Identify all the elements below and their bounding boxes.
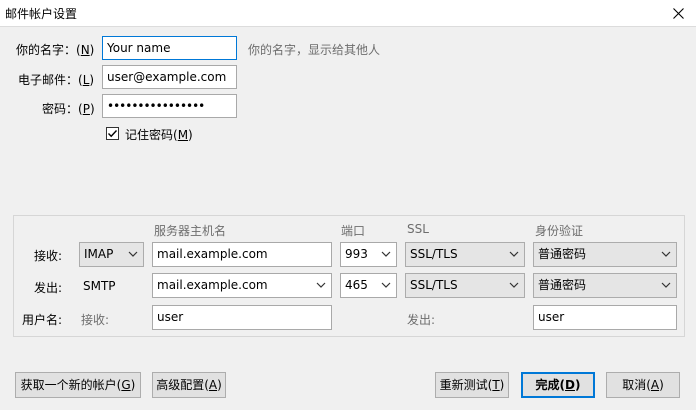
incoming-label: 接收: [34,249,63,263]
chevron-down-icon [661,251,671,257]
cancel-button[interactable]: 取消(A) [606,372,680,398]
checkmark-icon [108,130,118,138]
username-outgoing-label: 发出: [407,313,436,327]
name-input[interactable]: Your name [102,36,237,60]
username-label: 用户名: [22,313,63,327]
outgoing-username-input[interactable]: user [533,305,677,330]
title-bar: 邮件帐户设置 [0,0,696,27]
incoming-port-select[interactable]: 993 [340,242,397,267]
chevron-down-icon [509,251,519,257]
incoming-protocol-select[interactable]: IMAP [79,242,144,267]
outgoing-label: 发出: [34,281,63,295]
outgoing-host-select[interactable]: mail.example.com [152,273,332,298]
password-input[interactable]: •••••••••••••••• [102,94,237,118]
retest-button[interactable]: 重新测试(T) [435,372,509,398]
outgoing-auth-select[interactable]: 普通密码 [533,273,677,298]
column-header-host: 服务器主机名 [154,224,227,238]
incoming-username-input[interactable]: user [152,305,332,330]
incoming-auth-select[interactable]: 普通密码 [533,242,677,267]
chevron-down-icon [661,282,671,288]
chevron-down-icon [128,251,138,257]
column-header-port: 端口 [341,224,366,238]
done-button[interactable]: 完成(D) [521,372,595,398]
outgoing-protocol: SMTP [83,279,116,293]
outgoing-ssl-select[interactable]: SSL/TLS [405,273,525,298]
password-label: 密码：(P) [42,102,95,116]
name-hint: 你的名字，显示给其他人 [248,43,381,57]
remember-password-label[interactable]: 记住密码(M) [125,126,193,143]
chevron-down-icon [316,282,326,288]
close-icon [672,7,684,19]
incoming-ssl-select[interactable]: SSL/TLS [405,242,525,267]
column-header-auth: 身份验证 [535,224,584,238]
window-title: 邮件帐户设置 [5,7,78,21]
email-input[interactable]: user@example.com [102,65,237,89]
chevron-down-icon [381,282,391,288]
close-button[interactable] [660,0,696,26]
incoming-host-input[interactable]: mail.example.com [152,242,332,267]
username-incoming-label: 接收: [81,313,110,327]
advanced-config-button[interactable]: 高级配置(A) [152,372,226,398]
chevron-down-icon [381,251,391,257]
get-new-account-button[interactable]: 获取一个新的帐户(G) [15,372,141,398]
chevron-down-icon [509,282,519,288]
outgoing-port-select[interactable]: 465 [340,273,397,298]
name-label: 你的名字：(N) [16,43,95,57]
column-header-ssl: SSL [407,222,429,236]
remember-password-checkbox[interactable] [106,127,119,140]
email-label: 电子邮件：(L) [18,73,95,87]
